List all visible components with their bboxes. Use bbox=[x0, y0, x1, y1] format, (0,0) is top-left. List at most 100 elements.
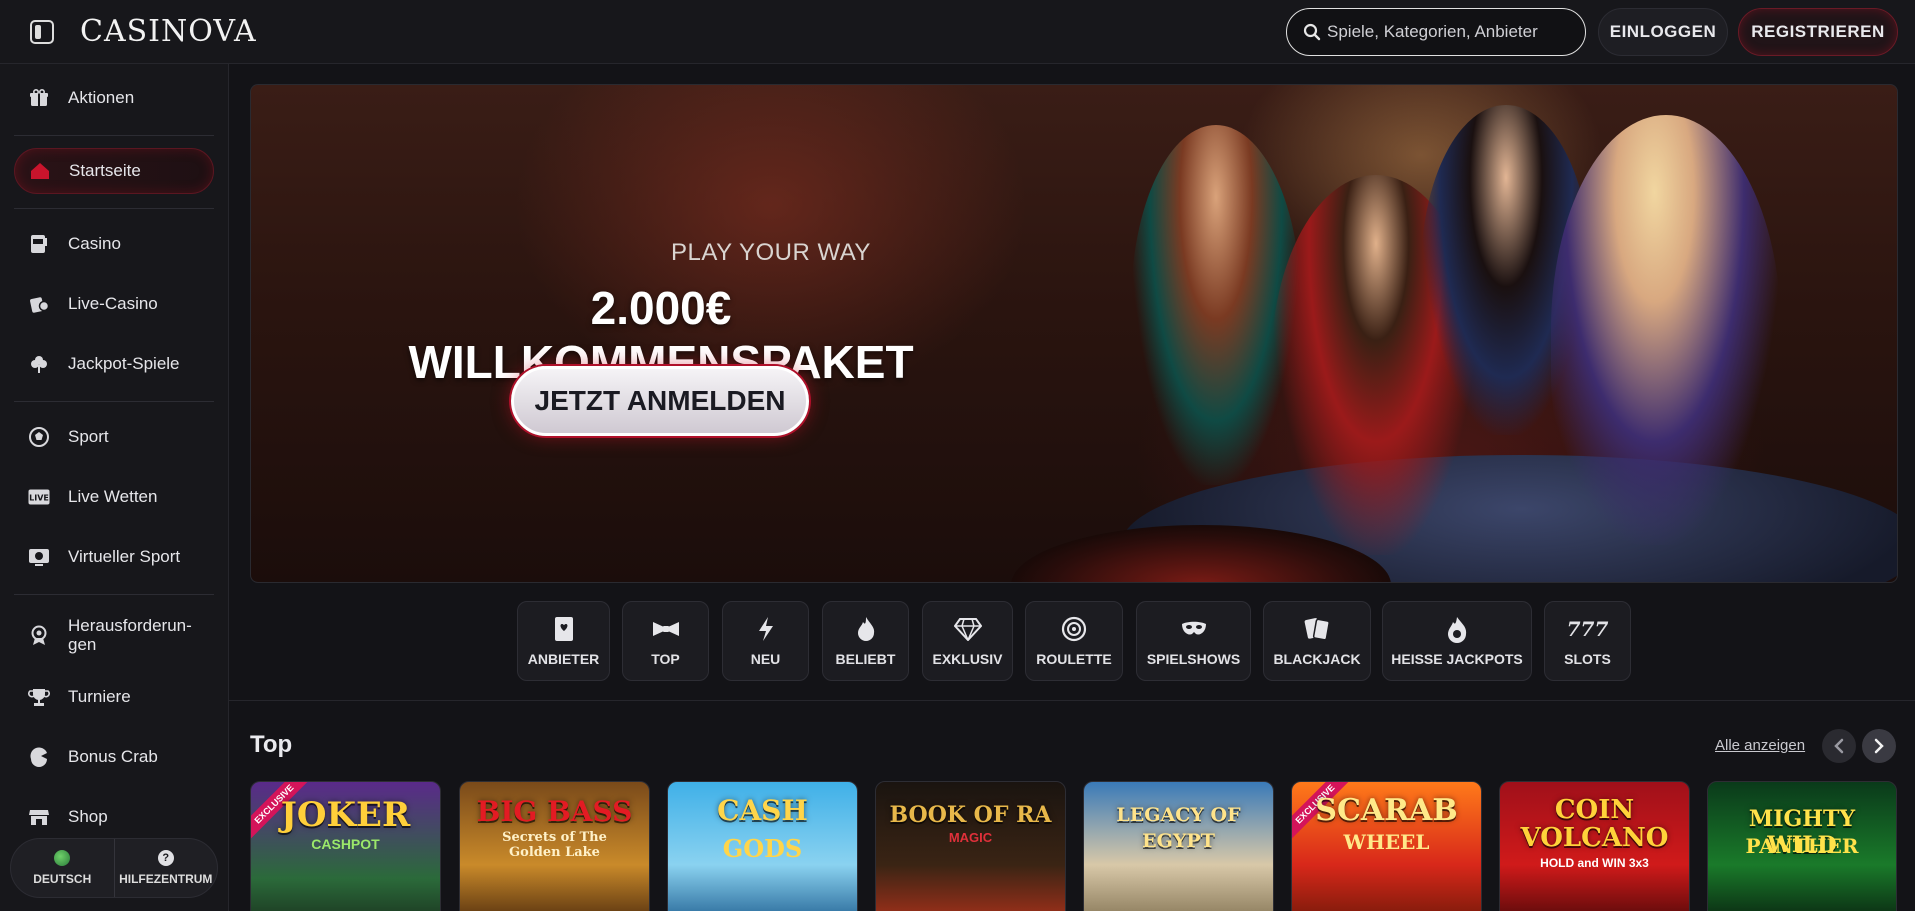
game-title: BOOK OF RA bbox=[889, 802, 1052, 828]
sidebar-item-bonus-crab[interactable]: Bonus Crab bbox=[14, 734, 214, 780]
diamond-icon bbox=[953, 615, 982, 643]
carousel-prev-button[interactable] bbox=[1822, 729, 1856, 763]
cards-icon bbox=[1303, 615, 1331, 643]
game-tile-mighty-wild-panther[interactable]: MIGHTY WILD PANTHER bbox=[1707, 781, 1897, 911]
game-tile-big-bass[interactable]: BIG BASS Secrets of The Golden Lake bbox=[459, 781, 650, 911]
category-slots[interactable]: 777 SLOTS bbox=[1544, 601, 1631, 681]
banner-tagline: PLAY YOUR WAY bbox=[671, 239, 871, 266]
game-title: COIN VOLCANO bbox=[1520, 795, 1669, 853]
crab-claw-icon bbox=[28, 746, 50, 768]
category-label: BELIEBT bbox=[835, 651, 896, 667]
signup-cta-button[interactable]: JETZT ANMELDEN bbox=[511, 366, 809, 436]
slot-machine-icon bbox=[28, 233, 50, 255]
sidebar-item-label: Casino bbox=[68, 234, 121, 253]
game-tile-cash-of-gods[interactable]: CASH GODS bbox=[667, 781, 858, 911]
category-blackjack[interactable]: BLACKJACK bbox=[1263, 601, 1371, 681]
sidebar-item-live-wetten[interactable]: LIVE Live Wetten bbox=[14, 474, 214, 520]
lightning-icon bbox=[752, 615, 780, 643]
game-tile-coin-volcano[interactable]: COIN VOLCANO HOLD and WIN 3x3 bbox=[1499, 781, 1690, 911]
sidebar-item-startseite[interactable]: Startseite bbox=[14, 148, 214, 194]
sidebar-item-label: Shop bbox=[68, 807, 108, 826]
category-spielshows[interactable]: SPIELSHOWS bbox=[1136, 601, 1251, 681]
promo-banner[interactable]: PLAY YOUR WAY 2.000€ WILLKOMMENSPAKET JE… bbox=[250, 84, 1898, 583]
category-roulette[interactable]: ROULETTE bbox=[1025, 601, 1123, 681]
category-exklusiv[interactable]: EXKLUSIV bbox=[922, 601, 1013, 681]
sidebar-item-jackpot-spiele[interactable]: Jackpot-Spiele bbox=[14, 341, 214, 387]
sidebar-item-turniere[interactable]: Turniere bbox=[14, 674, 214, 720]
home-icon bbox=[29, 160, 51, 182]
sidebar-item-label: Virtueller Sport bbox=[68, 547, 181, 566]
live-casino-icon bbox=[28, 293, 50, 315]
help-icon: ? bbox=[157, 850, 174, 866]
search-input[interactable] bbox=[1327, 9, 1577, 54]
category-label: TOP bbox=[651, 651, 680, 667]
mask-icon bbox=[1180, 615, 1208, 643]
game-title: SCARAB bbox=[1315, 793, 1458, 828]
category-label: ANBIETER bbox=[527, 651, 600, 667]
sidebar-item-label: Live-Casino bbox=[68, 294, 158, 313]
sidebar-item-aktionen[interactable]: Aktionen bbox=[14, 75, 214, 121]
svg-text:LIVE: LIVE bbox=[29, 494, 49, 503]
game-subtitle: HOLD and WIN 3x3 bbox=[1540, 856, 1649, 870]
search-bar[interactable] bbox=[1286, 8, 1586, 56]
game-tile-joker-cashpot[interactable]: EXCLUSIVE JOKER CASHPOT bbox=[250, 781, 441, 911]
shop-icon bbox=[28, 806, 50, 828]
category-top[interactable]: TOP bbox=[622, 601, 709, 681]
section-divider bbox=[229, 700, 1915, 701]
hot-jackpot-icon bbox=[1443, 615, 1471, 643]
help-center-link[interactable]: ? HILFEZENTRUM bbox=[113, 839, 218, 897]
sidebar-item-live-casino[interactable]: Live-Casino bbox=[14, 281, 214, 327]
chevron-left-icon bbox=[1834, 738, 1844, 754]
banner-figure bbox=[1551, 115, 1781, 545]
game-tile-legacy-of-egypt[interactable]: LEGACY OF EGYPT bbox=[1083, 781, 1274, 911]
sidebar-item-label: Sport bbox=[68, 427, 109, 446]
chevron-right-icon bbox=[1874, 738, 1884, 754]
game-tile-book-of-ra-magic[interactable]: BOOK OF RA MAGIC bbox=[875, 781, 1066, 911]
carousel-next-button[interactable] bbox=[1862, 729, 1896, 763]
help-label: HILFEZENTRUM bbox=[119, 872, 213, 886]
game-tile-scarab-wheel[interactable]: EXCLUSIVE SCARAB WHEEL bbox=[1291, 781, 1482, 911]
category-label: SLOTS bbox=[1564, 651, 1611, 667]
view-all-link[interactable]: Alle anzeigen bbox=[1715, 737, 1805, 754]
game-subtitle: Secrets of The Golden Lake bbox=[502, 830, 607, 860]
sidebar-item-shop[interactable]: Shop bbox=[14, 794, 214, 840]
sidebar-divider bbox=[14, 594, 214, 595]
game-subtitle: MAGIC bbox=[948, 830, 993, 845]
roulette-icon bbox=[1060, 615, 1088, 643]
clover-icon bbox=[28, 353, 50, 375]
category-neu[interactable]: NEU bbox=[722, 601, 809, 681]
sidebar-item-virtueller-sport[interactable]: Virtueller Sport bbox=[14, 534, 214, 580]
category-anbieter[interactable]: ANBIETER bbox=[517, 601, 610, 681]
sidebar-toggle-icon[interactable] bbox=[30, 20, 54, 44]
category-label: ROULETTE bbox=[1036, 651, 1112, 667]
game-subtitle: CASHPOT bbox=[311, 836, 380, 852]
sidebar-item-label: Startseite bbox=[69, 161, 141, 180]
game-subtitle: GODS bbox=[722, 834, 803, 863]
provider-book-icon bbox=[550, 615, 578, 643]
sidebar-divider bbox=[14, 135, 214, 136]
trophy-icon bbox=[28, 686, 50, 708]
language-selector[interactable]: DEUTSCH bbox=[11, 839, 114, 897]
soccer-ball-icon bbox=[28, 426, 50, 448]
game-title: BIG BASS bbox=[476, 795, 633, 828]
sidebar: Aktionen Startseite Casino Live-Casino J… bbox=[0, 64, 229, 911]
sidebar-item-casino[interactable]: Casino bbox=[14, 221, 214, 267]
sidebar-divider bbox=[14, 208, 214, 209]
login-button[interactable]: EINLOGGEN bbox=[1598, 8, 1728, 56]
section-title-top: Top bbox=[250, 731, 293, 758]
game-subtitle: WHEEL bbox=[1343, 830, 1430, 854]
sidebar-item-sport[interactable]: Sport bbox=[14, 414, 214, 460]
bowtie-icon bbox=[652, 615, 680, 643]
sidebar-divider bbox=[14, 401, 214, 402]
category-beliebt[interactable]: BELIEBT bbox=[822, 601, 909, 681]
sidebar-item-label: Live Wetten bbox=[68, 487, 158, 506]
casinova-logo[interactable]: CASINOVA bbox=[80, 14, 257, 50]
sidebar-item-label: Turniere bbox=[68, 687, 131, 706]
flame-icon bbox=[852, 615, 880, 643]
category-label: BLACKJACK bbox=[1273, 651, 1361, 667]
sidebar-item-label: Bonus Crab bbox=[68, 747, 158, 766]
register-button[interactable]: REGISTRIEREN bbox=[1738, 8, 1898, 56]
sidebar-item-herausforderungen[interactable]: Herausforderun-gen bbox=[14, 607, 214, 663]
category-heisse-jackpots[interactable]: HEISSE JACKPOTS bbox=[1382, 601, 1532, 681]
game-title: CASH bbox=[717, 794, 808, 827]
